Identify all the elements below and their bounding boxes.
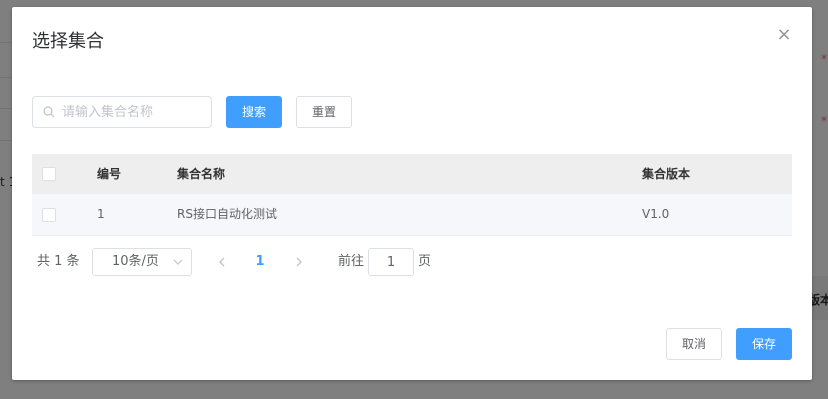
search-icon — [43, 106, 55, 118]
goto-suffix: 页 — [418, 254, 432, 269]
select-all-checkbox[interactable] — [42, 167, 56, 181]
search-input[interactable] — [62, 97, 210, 127]
chevron-down-icon — [173, 259, 183, 265]
column-header-version: 集合版本 — [642, 167, 691, 181]
page-size-label: 10条/页 — [112, 254, 159, 269]
search-button[interactable]: 搜索 — [226, 96, 282, 128]
close-icon[interactable]: × — [774, 25, 794, 45]
cell-name: RS接口自动化测试 — [177, 207, 277, 221]
pagination: 共 1 条 10条/页 1 前往 页 — [12, 248, 812, 276]
total-count: 共 1 条 — [37, 254, 80, 269]
table-header: 编号 集合名称 集合版本 — [32, 154, 792, 194]
cancel-button[interactable]: 取消 — [666, 328, 722, 360]
column-header-number: 编号 — [97, 167, 122, 181]
search-field[interactable] — [32, 96, 212, 128]
save-button[interactable]: 保存 — [736, 328, 792, 360]
chevron-right-icon — [296, 257, 302, 267]
collection-table: 编号 集合名称 集合版本 1 RS接口自动化测试 V1.0 — [32, 154, 792, 236]
cell-number: 1 — [97, 207, 105, 221]
dialog-title: 选择集合 — [32, 31, 104, 52]
cell-version: V1.0 — [642, 207, 670, 221]
goto-page-input[interactable] — [368, 248, 414, 276]
page-size-select[interactable]: 10条/页 — [92, 248, 192, 276]
prev-page-button[interactable] — [212, 248, 232, 276]
chevron-left-icon — [219, 257, 225, 267]
table-row[interactable]: 1 RS接口自动化测试 V1.0 — [32, 194, 792, 236]
next-page-button[interactable] — [289, 248, 309, 276]
goto-label: 前往 — [338, 254, 365, 269]
reset-button[interactable]: 重置 — [296, 96, 352, 128]
page-number-current[interactable]: 1 — [250, 248, 270, 276]
column-header-name: 集合名称 — [177, 167, 226, 181]
select-collection-dialog: 选择集合 × 搜索 重置 编号 集合名称 集合版本 1 RS接口自动化测试 V1… — [12, 7, 812, 380]
row-checkbox[interactable] — [42, 208, 56, 222]
